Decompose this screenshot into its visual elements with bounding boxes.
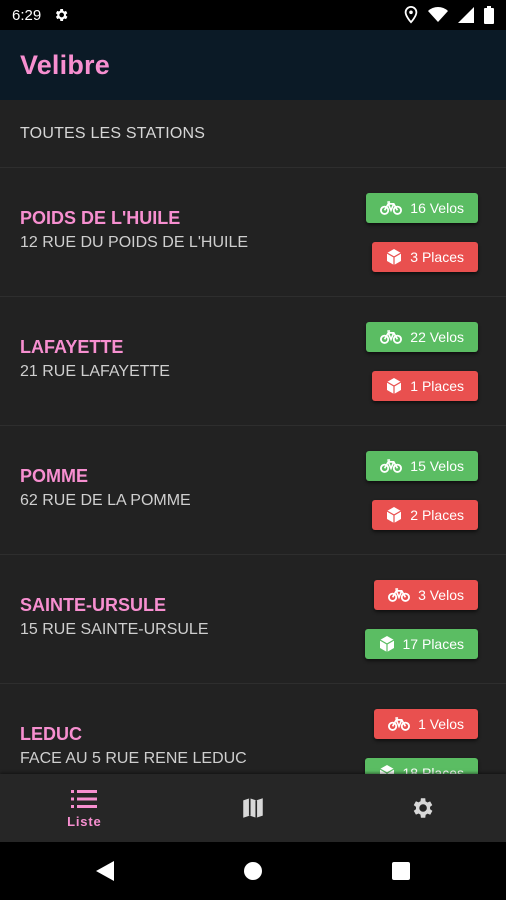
home-icon bbox=[244, 862, 262, 880]
system-navigation-bar bbox=[0, 842, 506, 900]
back-button[interactable] bbox=[31, 861, 179, 881]
parking-cube-icon bbox=[386, 378, 402, 394]
velos-badge: 16 Velos bbox=[366, 193, 478, 223]
bike-icon bbox=[380, 201, 403, 215]
section-title: TOUTES LES STATIONS bbox=[20, 124, 206, 142]
parking-cube-icon bbox=[379, 636, 394, 652]
velos-count: 15 Velos bbox=[410, 458, 464, 474]
velos-badge: 22 Velos bbox=[366, 322, 478, 352]
wifi-icon bbox=[428, 7, 448, 23]
station-address: 21 RUE LAFAYETTE bbox=[20, 363, 170, 380]
list-icon bbox=[71, 789, 98, 808]
station-text: LAFAYETTE 21 RUE LAFAYETTE bbox=[20, 337, 170, 381]
gear-icon bbox=[53, 7, 69, 23]
station-text: LEDUC FACE AU 5 RUE RENE LEDUC bbox=[20, 724, 247, 768]
places-count: 2 Places bbox=[410, 507, 464, 523]
velos-count: 22 Velos bbox=[410, 329, 464, 345]
location-icon bbox=[404, 6, 418, 24]
recents-button[interactable] bbox=[327, 862, 475, 880]
places-badge: 3 Places bbox=[372, 242, 478, 272]
parking-cube-icon bbox=[386, 507, 402, 523]
section-header: TOUTES LES STATIONS bbox=[0, 100, 506, 168]
station-name: LAFAYETTE bbox=[20, 337, 124, 357]
nav-item-map[interactable] bbox=[169, 774, 338, 842]
app-bar: Velibre bbox=[0, 30, 506, 100]
places-badge: 17 Places bbox=[364, 629, 478, 659]
places-badge: 2 Places bbox=[372, 500, 478, 530]
velos-count: 3 Velos bbox=[418, 587, 464, 603]
velos-badge: 3 Velos bbox=[374, 580, 478, 610]
map-icon bbox=[243, 798, 263, 818]
bike-icon bbox=[388, 588, 411, 602]
nav-item-settings[interactable] bbox=[337, 774, 506, 842]
signal-icon bbox=[458, 7, 474, 23]
settings-icon bbox=[413, 798, 433, 818]
status-time: 6:29 bbox=[12, 6, 42, 24]
station-list[interactable]: TOUTES LES STATIONS POIDS DE L'HUILE 12 … bbox=[0, 100, 506, 774]
parking-cube-icon bbox=[379, 765, 394, 774]
places-count: 3 Places bbox=[410, 249, 464, 265]
bottom-navigation: Liste bbox=[0, 774, 506, 842]
station-item[interactable]: SAINTE-URSULE 15 RUE SAINTE-URSULE 3 Vel… bbox=[0, 555, 506, 684]
places-count: 17 Places bbox=[402, 636, 464, 652]
station-name: SAINTE-URSULE bbox=[20, 595, 167, 615]
station-text: POIDS DE L'HUILE 12 RUE DU POIDS DE L'HU… bbox=[20, 208, 248, 252]
station-item[interactable]: POMME 62 RUE DE LA POMME 15 Velos 2 Plac… bbox=[0, 426, 506, 555]
station-address: FACE AU 5 RUE RENE LEDUC bbox=[20, 750, 247, 767]
station-text: SAINTE-URSULE 15 RUE SAINTE-URSULE bbox=[20, 595, 209, 639]
places-badge: 1 Places bbox=[372, 371, 478, 401]
velos-count: 16 Velos bbox=[410, 200, 464, 216]
nav-item-liste[interactable]: Liste bbox=[0, 774, 169, 842]
station-address: 12 RUE DU POIDS DE L'HUILE bbox=[20, 234, 249, 251]
bike-icon bbox=[388, 717, 411, 731]
station-address: 62 RUE DE LA POMME bbox=[20, 492, 191, 509]
places-count: 18 Places bbox=[402, 765, 464, 774]
station-name: POIDS DE L'HUILE bbox=[20, 208, 181, 228]
velos-count: 1 Velos bbox=[418, 716, 464, 732]
places-count: 1 Places bbox=[410, 378, 464, 394]
station-item[interactable]: LEDUC FACE AU 5 RUE RENE LEDUC 1 Velos 1… bbox=[0, 684, 506, 774]
places-badge: 18 Places bbox=[364, 758, 478, 774]
parking-cube-icon bbox=[386, 249, 402, 265]
velos-badge: 15 Velos bbox=[366, 451, 478, 481]
recents-icon bbox=[392, 862, 410, 880]
nav-label-liste: Liste bbox=[67, 813, 102, 829]
station-name: POMME bbox=[20, 466, 89, 486]
app-title: Velibre bbox=[20, 49, 110, 80]
bike-icon bbox=[380, 459, 403, 473]
bike-icon bbox=[380, 330, 403, 344]
station-text: POMME 62 RUE DE LA POMME bbox=[20, 466, 191, 510]
station-address: 15 RUE SAINTE-URSULE bbox=[20, 621, 209, 638]
station-item[interactable]: LAFAYETTE 21 RUE LAFAYETTE 22 Velos 1 Pl… bbox=[0, 297, 506, 426]
back-icon bbox=[96, 861, 114, 881]
station-item[interactable]: POIDS DE L'HUILE 12 RUE DU POIDS DE L'HU… bbox=[0, 168, 506, 297]
velos-badge: 1 Velos bbox=[374, 709, 478, 739]
station-name: LEDUC bbox=[20, 724, 82, 744]
home-button[interactable] bbox=[179, 861, 327, 881]
status-bar: 6:29 bbox=[0, 0, 506, 30]
battery-icon bbox=[484, 6, 494, 24]
